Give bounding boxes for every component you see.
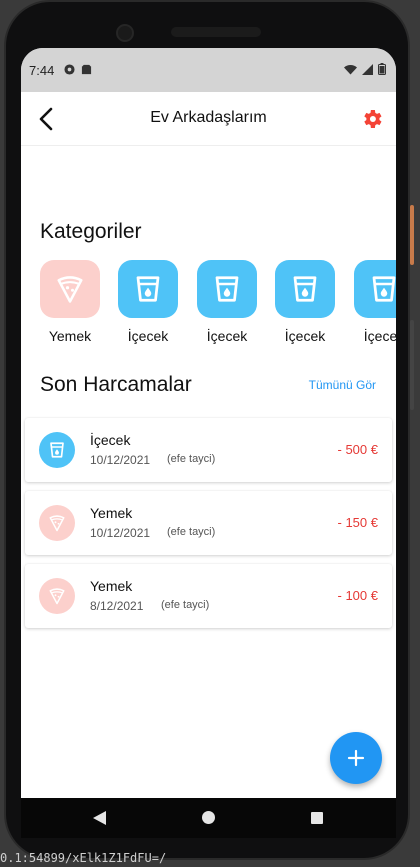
camera-icon (116, 24, 134, 42)
cup-icon (50, 442, 64, 458)
pizza-icon (49, 515, 65, 532)
category-label: İçecek (127, 328, 169, 344)
cup-icon (136, 276, 160, 302)
device-frame: 7:44 Ev Arkadaşlarım Kategoriler Yemek İ… (0, 0, 420, 867)
expense-row[interactable]: Yemek 8/12/2021 (efe tayci) - 100 € (25, 564, 392, 628)
app-bar: Ev Arkadaşlarım (21, 92, 396, 146)
pizza-icon (57, 276, 83, 303)
add-expense-button[interactable] (330, 732, 382, 784)
cup-icon (372, 276, 396, 302)
nav-back-icon[interactable] (93, 811, 107, 825)
expense-amount: - 100 € (337, 588, 378, 603)
speaker-grille (171, 27, 261, 37)
notification-icon (64, 64, 75, 75)
expense-name: Yemek (90, 578, 133, 594)
cup-icon (215, 276, 239, 302)
expense-category-icon (39, 578, 75, 614)
signal-icon (362, 63, 373, 75)
category-tile[interactable] (275, 260, 335, 318)
expense-row[interactable]: İçecek 10/12/2021 (efe tayci) - 500 € (25, 418, 392, 482)
category-label: Yemek (48, 328, 92, 344)
expense-date: 8/12/2021 (90, 599, 144, 613)
page-title: Ev Arkadaşlarım (150, 109, 267, 126)
categories-list[interactable]: Yemek İçecek İçecek İçecek İçecek (40, 260, 396, 350)
see-all-link[interactable]: Tümünü Gör (309, 378, 376, 392)
expense-user: (efe tayci) (167, 453, 216, 465)
category-label: İçecek (284, 328, 326, 344)
expense-row[interactable]: Yemek 10/12/2021 (efe tayci) - 150 € (25, 491, 392, 555)
categories-title: Kategoriler (40, 220, 142, 243)
settings-gear-icon[interactable] (360, 107, 384, 131)
expense-amount: - 150 € (337, 515, 378, 530)
category-label: İçecek (363, 328, 396, 344)
category-tile[interactable] (40, 260, 100, 318)
pizza-icon (49, 588, 65, 605)
wifi-icon (344, 64, 357, 74)
terminal-text: 0.1:54899/xElk1Z1FdFU=/ (0, 851, 167, 865)
expense-name: İçecek (90, 432, 131, 448)
category-tile[interactable] (118, 260, 178, 318)
system-nav-bar (21, 798, 396, 838)
category-item[interactable]: İçecek (118, 260, 178, 350)
status-time: 7:44 (29, 63, 55, 78)
category-item[interactable]: İçecek (354, 260, 396, 350)
expense-user: (efe tayci) (161, 599, 210, 611)
nav-home-icon[interactable] (202, 811, 215, 824)
recent-expenses-title: Son Harcamalar (40, 373, 192, 396)
expense-category-icon (39, 505, 75, 541)
plus-icon (347, 749, 365, 767)
category-item[interactable]: İçecek (275, 260, 335, 350)
expense-date: 10/12/2021 (90, 526, 151, 540)
battery-icon (378, 63, 386, 75)
expense-date: 10/12/2021 (90, 453, 151, 467)
volume-button[interactable] (410, 320, 414, 410)
sd-card-icon (81, 64, 92, 75)
status-bar: 7:44 (21, 48, 396, 92)
expense-amount: - 500 € (337, 442, 378, 457)
category-tile[interactable] (197, 260, 257, 318)
category-tile[interactable] (354, 260, 396, 318)
app-screen: 7:44 Ev Arkadaşlarım Kategoriler Yemek İ… (21, 48, 396, 798)
category-item[interactable]: Yemek (40, 260, 100, 350)
power-button[interactable] (410, 205, 414, 265)
category-label: İçecek (206, 328, 248, 344)
category-item[interactable]: İçecek (197, 260, 257, 350)
expense-name: Yemek (90, 505, 133, 521)
cup-icon (293, 276, 317, 302)
expense-user: (efe tayci) (167, 526, 216, 538)
nav-recents-icon[interactable] (311, 812, 323, 824)
expense-category-icon (39, 432, 75, 468)
